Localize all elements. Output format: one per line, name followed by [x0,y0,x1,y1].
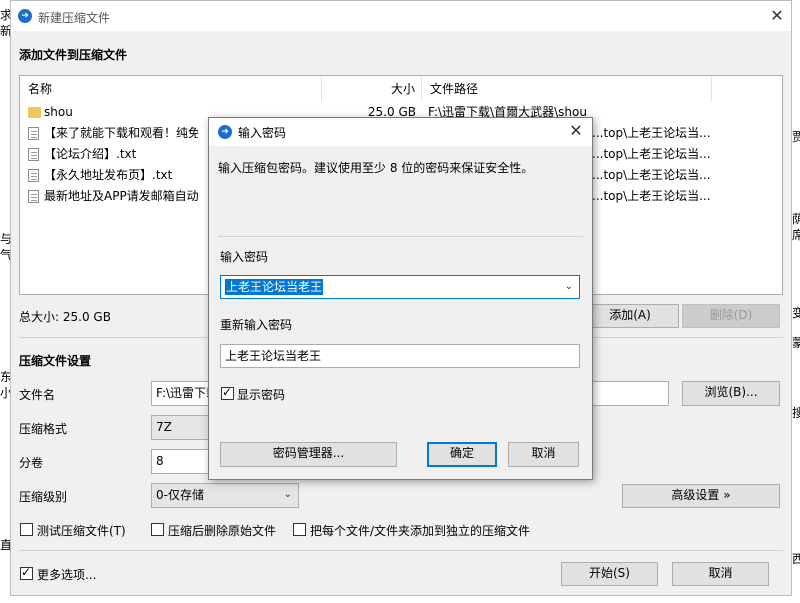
window-title: 新建压缩文件 [38,11,111,25]
add-files-section-title: 添加文件到压缩文件 [19,48,128,62]
divider [218,236,583,237]
dialog-title: 输入密码 [238,126,287,140]
file-path: ...top\上老王论坛当... [592,189,711,203]
settings-section-title: 压缩文件设置 [19,354,92,368]
file-name: 【来了就能下载和观看！纯免费 [44,126,198,140]
password-value: 上老王论坛当老王 [225,279,324,295]
more-options-label[interactable]: 更多选项... [37,566,96,583]
password-manager-button[interactable]: 密码管理器... [220,442,397,467]
add-button[interactable]: 添加(A) [581,304,679,328]
show-password-checkbox[interactable] [221,385,234,400]
file-name: 【永久地址发布页】.txt [44,168,173,182]
bg-text: 荫 [792,212,800,226]
chevron-down-icon[interactable]: ⌄ [565,276,573,298]
ok-button[interactable]: 确定 [427,442,497,467]
level-select[interactable]: 0-仅存储 ⌄ [151,483,299,508]
delete-button[interactable]: 删除(D) [682,304,780,328]
delete-after-checkbox[interactable] [151,523,164,536]
each-file-checkbox[interactable] [293,523,306,536]
test-archive-checkbox[interactable] [20,523,33,536]
more-options-checkbox[interactable] [20,565,33,580]
start-button[interactable]: 开始(S) [561,562,658,586]
reenter-password-label: 重新输入密码 [220,318,293,332]
level-label: 压缩级别 [19,490,68,504]
total-size: 总大小: 25.0 GB [19,310,111,324]
filename-label: 文件名 [19,388,56,402]
split-label: 分卷 [19,456,44,470]
level-value: 0-仅存储 [156,488,204,502]
file-name: 【论坛介绍】.txt [44,147,137,161]
bg-text: 变 [792,306,800,320]
advanced-settings-button[interactable]: 高级设置 » [622,484,780,508]
test-archive-label[interactable]: 测试压缩文件(T) [37,522,126,539]
divider [19,550,783,551]
file-path: ...top\上老王论坛当... [592,147,711,161]
bg-text: 蒙 [792,336,800,350]
bg-text: 席 [792,228,800,242]
bg-text: 贾 [792,130,800,144]
app-logo-icon: ➜ [218,125,232,139]
format-value: 7Z [156,420,172,434]
column-header-path[interactable]: 文件路径 [422,76,712,102]
dialog-cancel-button[interactable]: 取消 [508,442,579,467]
show-password-label[interactable]: 显示密码 [237,386,285,403]
cancel-button[interactable]: 取消 [672,562,769,586]
chevron-down-icon: ⌄ [283,489,292,500]
bg-text: 西 [792,552,800,566]
file-path: ...top\上老王论坛当... [592,168,711,182]
file-path: ...top\上老王论坛当... [592,126,711,140]
close-icon[interactable]: ✕ [767,6,787,26]
dialog-title-bar: ➜ 输入密码 ✕ [209,118,592,146]
title-bar: ➜ 新建压缩文件 ✕ [11,1,791,31]
each-file-label[interactable]: 把每个文件/文件夹添加到独立的压缩文件 [310,522,530,539]
password-label: 输入密码 [220,250,269,264]
bg-text: 搜 [792,406,800,420]
format-label: 压缩格式 [19,422,68,436]
password-dialog: ➜ 输入密码 ✕ 输入压缩包密码。建议使用至少 8 位的密码来保证安全性。 输入… [208,117,593,480]
password-input[interactable]: 上老王论坛当老王 ⌄ [220,275,580,299]
close-icon[interactable]: ✕ [566,121,586,141]
reenter-password-input[interactable]: 上老王论坛当老王 [220,344,580,368]
file-name: 最新地址及APP请发邮箱自动获 [44,189,198,203]
column-header-size[interactable]: 大小 [322,76,422,102]
column-header-name[interactable]: 名称 [20,76,322,102]
browse-button[interactable]: 浏览(B)... [682,381,780,406]
dialog-description: 输入压缩包密码。建议使用至少 8 位的密码来保证安全性。 [218,161,534,175]
delete-after-label[interactable]: 压缩后删除原始文件 [168,522,276,539]
app-logo-icon: ➜ [18,9,32,23]
